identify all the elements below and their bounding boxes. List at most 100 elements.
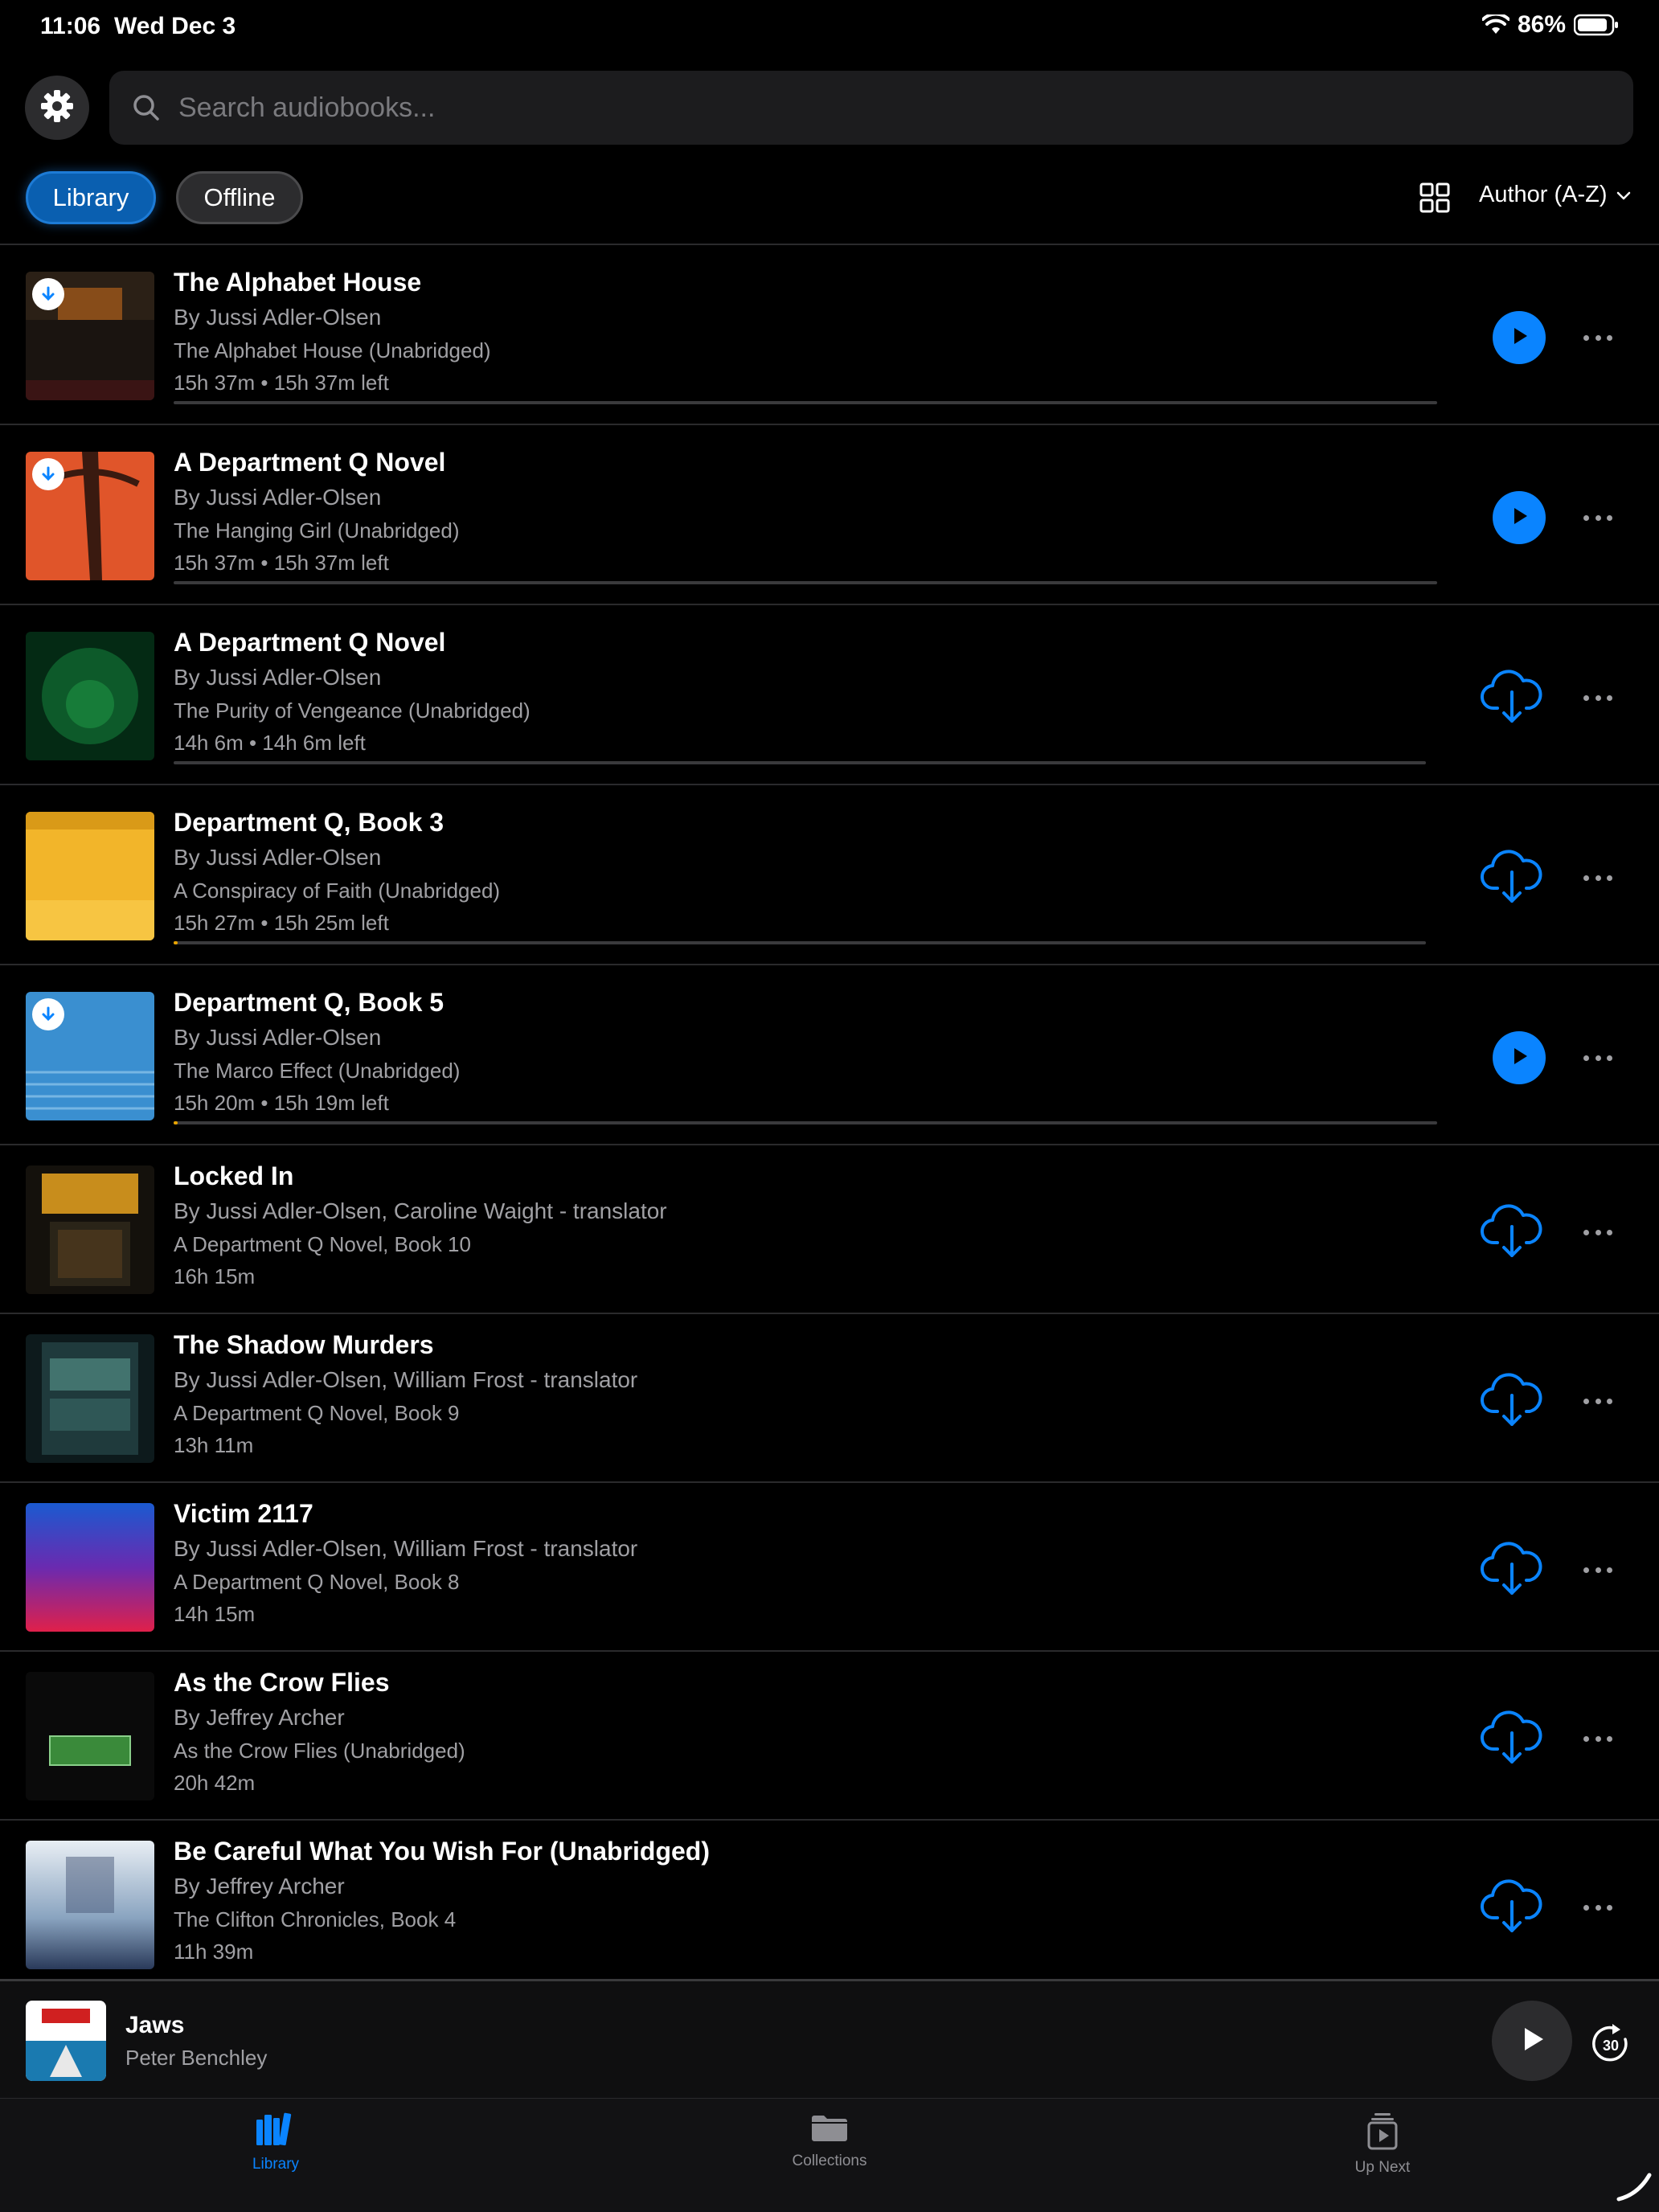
- tab-up-next[interactable]: Up Next: [1302, 2112, 1463, 2177]
- book-author: By Jeffrey Archer: [174, 1874, 345, 1899]
- more-options-button[interactable]: [1583, 1735, 1612, 1743]
- more-options-button[interactable]: [1583, 514, 1612, 522]
- now-playing-title: Jaws: [125, 2012, 185, 2038]
- library-icon: [253, 2112, 298, 2151]
- more-options-button[interactable]: [1583, 1566, 1612, 1574]
- book-info: The Alphabet House By Jussi Adler-Olsen …: [174, 266, 491, 398]
- more-options-button[interactable]: [1583, 334, 1612, 342]
- play-button[interactable]: [1493, 311, 1546, 364]
- book-title: Department Q, Book 5: [174, 988, 444, 1017]
- tab-bar: Library Collections Up Next: [0, 2098, 1659, 2212]
- book-subtitle: The Hanging Girl (Unabridged): [174, 518, 460, 543]
- book-title: Victim 2117: [174, 1499, 313, 1528]
- sort-dropdown[interactable]: Author (A-Z): [1479, 182, 1632, 208]
- download-button[interactable]: [1478, 1871, 1546, 1939]
- gear-icon: [39, 88, 75, 128]
- now-playing-play-button[interactable]: [1492, 2001, 1572, 2081]
- book-duration: 16h 15m: [174, 1264, 256, 1288]
- tab-collections[interactable]: Collections: [749, 2112, 910, 2170]
- play-button[interactable]: [1493, 1031, 1546, 1084]
- book-info: Victim 2117 By Jussi Adler-Olsen, Willia…: [174, 1497, 637, 1629]
- book-cover: [26, 452, 154, 580]
- book-cover: [26, 992, 154, 1120]
- book-author: By Jeffrey Archer: [174, 1705, 345, 1730]
- progress-bar: [174, 581, 1437, 584]
- book-info: Locked In By Jussi Adler-Olsen, Caroline…: [174, 1160, 667, 1292]
- skip-forward-button[interactable]: 30: [1588, 2022, 1633, 2067]
- book-duration: 13h 11m: [174, 1433, 254, 1457]
- book-row[interactable]: Be Careful What You Wish For (Unabridged…: [0, 1819, 1659, 1982]
- tab-collections-label: Collections: [792, 2153, 867, 2169]
- book-subtitle: The Marco Effect (Unabridged): [174, 1059, 461, 1083]
- book-cover: [26, 1841, 154, 1969]
- book-subtitle: A Department Q Novel, Book 10: [174, 1232, 471, 1256]
- sort-label: Author (A-Z): [1479, 182, 1608, 207]
- book-row[interactable]: Locked In By Jussi Adler-Olsen, Caroline…: [0, 1144, 1659, 1313]
- play-button[interactable]: [1493, 491, 1546, 544]
- book-row[interactable]: As the Crow Flies By Jeffrey Archer As t…: [0, 1650, 1659, 1819]
- book-row[interactable]: The Shadow Murders By Jussi Adler-Olsen,…: [0, 1313, 1659, 1481]
- search-bar[interactable]: [109, 71, 1633, 145]
- status-bar: 11:06 Wed Dec 3 86%: [0, 0, 1659, 56]
- download-button[interactable]: [1478, 1534, 1546, 1601]
- book-row[interactable]: A Department Q Novel By Jussi Adler-Olse…: [0, 424, 1659, 604]
- download-button[interactable]: [1478, 1196, 1546, 1264]
- book-author: By Jussi Adler-Olsen, Caroline Waight - …: [174, 1198, 667, 1223]
- book-row[interactable]: The Alphabet House By Jussi Adler-Olsen …: [0, 244, 1659, 424]
- book-title: Locked In: [174, 1161, 294, 1190]
- grid-view-toggle[interactable]: [1419, 182, 1451, 214]
- book-cover: [26, 1334, 154, 1463]
- download-button[interactable]: [1478, 662, 1546, 729]
- more-options-button[interactable]: [1583, 1397, 1612, 1405]
- book-author: By Jussi Adler-Olsen: [174, 845, 382, 870]
- more-options-button[interactable]: [1583, 1228, 1612, 1236]
- book-info: As the Crow Flies By Jeffrey Archer As t…: [174, 1666, 465, 1798]
- book-title: A Department Q Novel: [174, 628, 446, 657]
- more-options-button[interactable]: [1583, 874, 1612, 882]
- book-subtitle: A Department Q Novel, Book 9: [174, 1401, 460, 1425]
- book-info: A Department Q Novel By Jussi Adler-Olse…: [174, 446, 460, 578]
- book-duration: 20h 42m: [174, 1771, 256, 1795]
- book-cover: [26, 812, 154, 940]
- book-duration: 15h 37m • 15h 37m left: [174, 551, 389, 575]
- book-row[interactable]: A Department Q Novel By Jussi Adler-Olse…: [0, 604, 1659, 784]
- progress-bar: [174, 1121, 1437, 1124]
- play-icon: [1516, 2023, 1548, 2059]
- now-playing-bar[interactable]: Jaws Peter Benchley 30: [0, 1979, 1659, 2098]
- status-date: Wed Dec 3: [114, 13, 236, 39]
- download-button[interactable]: [1478, 842, 1546, 909]
- skip-seconds-label: 30: [1603, 2038, 1619, 2054]
- tab-library[interactable]: Library: [195, 2112, 356, 2173]
- search-input[interactable]: [178, 92, 1633, 124]
- filter-offline-chip[interactable]: Offline: [176, 171, 303, 224]
- cloud-download-icon: [1478, 670, 1546, 732]
- book-cover: [26, 272, 154, 400]
- tab-library-label: Library: [252, 2156, 300, 2173]
- book-title: As the Crow Flies: [174, 1668, 390, 1697]
- grid-icon: [1419, 182, 1451, 217]
- more-options-button[interactable]: [1583, 694, 1612, 702]
- more-options-button[interactable]: [1583, 1903, 1612, 1911]
- book-duration: 14h 15m: [174, 1602, 256, 1626]
- progress-bar: [174, 401, 1437, 404]
- book-row[interactable]: Department Q, Book 3 By Jussi Adler-Olse…: [0, 784, 1659, 964]
- book-title: The Alphabet House: [174, 268, 422, 297]
- settings-button[interactable]: [25, 76, 89, 140]
- filter-library-chip[interactable]: Library: [26, 171, 156, 224]
- book-row[interactable]: Department Q, Book 5 By Jussi Adler-Olse…: [0, 964, 1659, 1144]
- book-row[interactable]: Victim 2117 By Jussi Adler-Olsen, Willia…: [0, 1481, 1659, 1650]
- downloaded-badge-icon: [32, 458, 64, 490]
- book-author: By Jussi Adler-Olsen, William Frost - tr…: [174, 1536, 638, 1561]
- status-indicators: 86%: [1481, 11, 1619, 39]
- download-button[interactable]: [1478, 1365, 1546, 1432]
- book-author: By Jussi Adler-Olsen: [174, 1025, 382, 1050]
- download-button[interactable]: [1478, 1702, 1546, 1770]
- progress-fill: [174, 1121, 178, 1124]
- battery-percent: 86%: [1517, 11, 1566, 38]
- book-title: Be Careful What You Wish For (Unabridged…: [174, 1837, 710, 1866]
- book-title: A Department Q Novel: [174, 448, 446, 477]
- book-author: By Jussi Adler-Olsen: [174, 485, 382, 510]
- progress-fill: [174, 941, 178, 944]
- book-subtitle: A Conspiracy of Faith (Unabridged): [174, 879, 501, 903]
- more-options-button[interactable]: [1583, 1054, 1612, 1062]
